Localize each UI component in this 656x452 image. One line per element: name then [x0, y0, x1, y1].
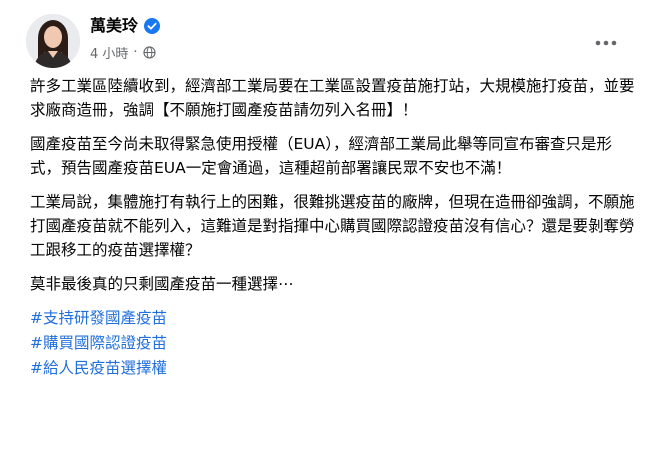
post-meta: 4 小時 · [90, 42, 156, 62]
post-paragraph: 工業局說，￼集體施打有執行上的困難，很難挑選疫苗的廠牌，但現在造冊卻強調，不願施… [30, 193, 635, 259]
post-timestamp[interactable]: 4 小時 [90, 43, 128, 62]
meta-separator: · [133, 44, 138, 60]
more-options-icon [595, 31, 617, 50]
post-paragraph: 國產疫苗至今尚未取得緊急使用授權（EUA），經濟部工業局此舉等同宣布審查只是形式… [30, 135, 612, 177]
post-paragraph: 莫非最後真的只剩國產疫苗一種選擇⋯ [30, 275, 294, 293]
avatar-image [26, 14, 80, 68]
post-paragraph: 許多工業區陸續收到，經濟部工業局要在工業區設置疫苗施打站，大規模施打疫苗，並要求… [30, 77, 635, 119]
hashtag-link[interactable]: #支持研發國產疫苗 [30, 306, 640, 331]
author-name[interactable]: 萬美玲 [90, 15, 138, 37]
avatar[interactable] [26, 14, 80, 68]
post-body: 許多工業區陸續收到，經濟部工業局要在工業區設置疫苗施打站，大規模施打疫苗，並要求… [30, 74, 640, 381]
hashtag-link[interactable]: #購買國際認證疫苗 [30, 331, 640, 356]
author-row: 萬美玲 [90, 14, 161, 38]
verified-badge-icon [144, 18, 161, 34]
globe-icon[interactable] [142, 45, 156, 59]
hashtag-list: #支持研發國產疫苗 #購買國際認證疫苗 #給人民疫苗選擇權 [30, 306, 640, 381]
post-header: 萬美玲 4 小時 · [0, 0, 656, 72]
hashtag-link[interactable]: #給人民疫苗選擇權 [30, 356, 640, 381]
more-options-button[interactable] [588, 26, 624, 54]
